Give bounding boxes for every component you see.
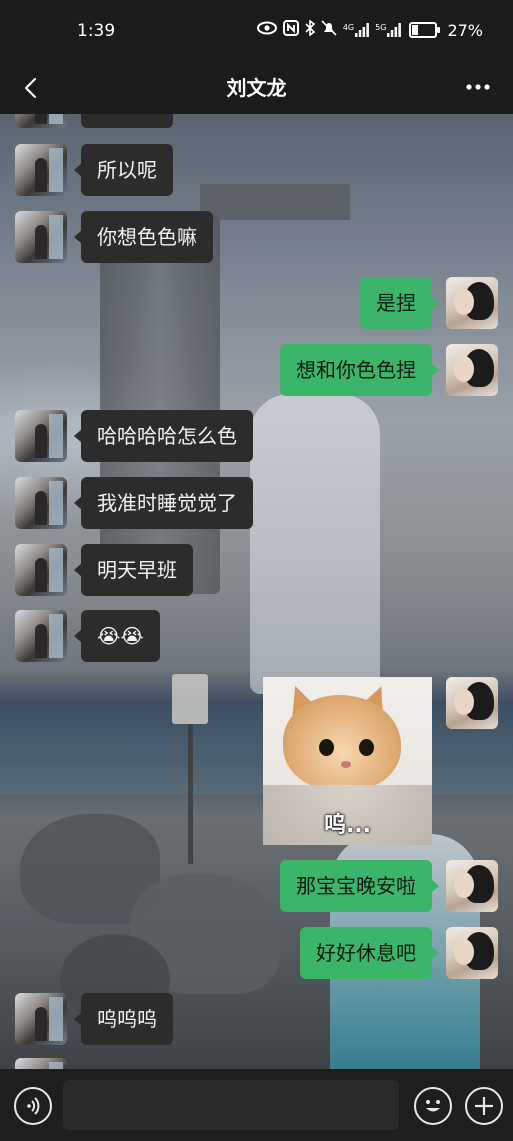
plus-icon[interactable] (465, 1087, 503, 1125)
message-row: 是捏 (0, 277, 513, 329)
sticker-caption: 呜... (323, 813, 372, 838)
network-label-1: 4G (342, 23, 355, 32)
chat-header: 刘文龙 (0, 64, 513, 114)
avatar[interactable] (15, 114, 67, 128)
avatar[interactable] (15, 144, 67, 196)
input-bar (0, 1069, 513, 1141)
cat-sticker-image[interactable]: 呜... (263, 677, 432, 845)
avatar[interactable] (446, 677, 498, 729)
avatar[interactable] (15, 211, 67, 263)
avatar[interactable] (446, 927, 498, 979)
battery-icon (409, 22, 441, 38)
signal-icon: 5G (375, 23, 402, 37)
avatar[interactable] (15, 410, 67, 462)
status-time: 1:39 (77, 21, 116, 41)
message-bubble[interactable]: 😭😭 (74, 610, 160, 662)
message-row: 所以呢 (0, 144, 513, 196)
message-bubble[interactable]: 所以呢 (74, 144, 173, 196)
bluetooth-icon (305, 19, 316, 40)
avatar[interactable] (446, 860, 498, 912)
eye-icon (256, 21, 277, 39)
status-bar: 1:39 4G 5G 27% (0, 0, 513, 64)
emoji-icon[interactable] (414, 1087, 452, 1125)
message-input[interactable] (63, 1080, 399, 1130)
message-row: 明天早班 (0, 544, 513, 596)
message-row: 呜呜呜 (0, 993, 513, 1045)
status-icons: 4G 5G 27% (256, 19, 483, 40)
network-label-2: 5G (375, 23, 387, 32)
message-bubble[interactable]: 是捏 (360, 277, 439, 329)
message-row: 你想色色嘛 (0, 211, 513, 263)
nfc-icon (282, 20, 299, 40)
voice-icon[interactable] (14, 1087, 52, 1125)
message-row: 呜... (0, 677, 513, 845)
avatar[interactable] (15, 477, 67, 529)
signal-icon: 4G (342, 23, 370, 37)
message-row: 那宝宝晚安啦 (0, 860, 513, 912)
message-bubble[interactable]: 好好休息吧 (300, 927, 439, 979)
message-bubble[interactable]: 哈哈哈哈怎么色 (74, 410, 253, 462)
message-bubble[interactable]: 想和你色色捏 (280, 344, 439, 396)
avatar[interactable] (15, 1058, 67, 1069)
message-bubble[interactable]: 那宝宝晚安啦 (280, 860, 439, 912)
message-list[interactable]: 所以呢 你想色色嘛 是捏 想和你色色捏 哈哈哈哈怎么色 我准时睡觉觉了 明天早班… (0, 114, 513, 1069)
avatar[interactable] (15, 544, 67, 596)
chat-title: 刘文龙 (226, 76, 287, 100)
message-bubble[interactable]: 你想色色嘛 (74, 211, 213, 263)
message-row (0, 1058, 513, 1069)
message-row: 哈哈哈哈怎么色 (0, 410, 513, 462)
mute-icon (321, 20, 337, 40)
message-row (0, 114, 513, 128)
message-bubble[interactable]: 我准时睡觉觉了 (74, 477, 253, 529)
battery-percent: 27% (447, 20, 483, 40)
message-bubble[interactable]: 呜呜呜 (74, 993, 173, 1045)
message-row: 想和你色色捏 (0, 344, 513, 396)
avatar[interactable] (446, 277, 498, 329)
avatar[interactable] (446, 344, 498, 396)
message-row: 😭😭 (0, 610, 513, 662)
message-row: 我准时睡觉觉了 (0, 477, 513, 529)
message-row: 好好休息吧 (0, 927, 513, 979)
message-bubble[interactable]: 明天早班 (74, 544, 193, 596)
avatar[interactable] (15, 993, 67, 1045)
more-dots-icon[interactable] (465, 80, 491, 91)
message-bubble[interactable] (81, 114, 173, 128)
avatar[interactable] (15, 610, 67, 662)
